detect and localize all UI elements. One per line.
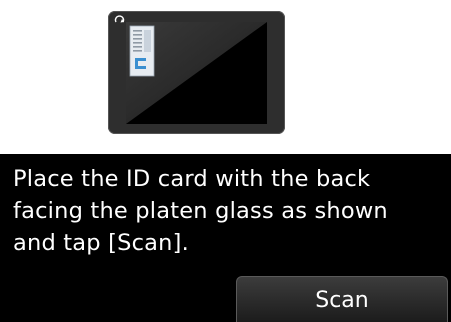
id-card-icon bbox=[129, 25, 155, 77]
platen-glass bbox=[126, 22, 267, 124]
instruction-text: Place the ID card with the back facing t… bbox=[13, 166, 388, 256]
scan-button-label: Scan bbox=[315, 288, 369, 313]
message-panel: Place the ID card with the back facing t… bbox=[0, 154, 451, 322]
id-card-copy-screen: Place the ID card with the back facing t… bbox=[0, 0, 451, 322]
scanner-platen-illustration bbox=[108, 11, 285, 134]
orientation-mark-icon bbox=[114, 15, 125, 23]
scan-button[interactable]: Scan bbox=[236, 276, 448, 322]
